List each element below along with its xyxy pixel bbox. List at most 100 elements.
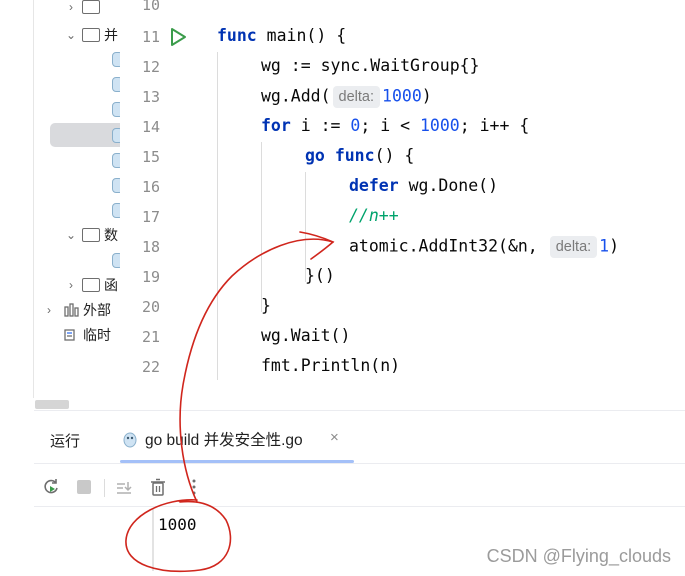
run-toolbar xyxy=(34,466,685,507)
code-text: ) xyxy=(609,236,620,256)
tree-row-folder-a[interactable]: › xyxy=(64,0,104,18)
watermark: CSDN @Flying_clouds xyxy=(486,546,671,566)
folder-icon xyxy=(82,278,100,292)
code-text: ; i < xyxy=(360,116,420,135)
go-file-icon xyxy=(112,51,120,67)
keyword: func xyxy=(217,26,257,45)
active-tab-indicator xyxy=(120,460,354,463)
chevron-down-icon[interactable]: ⌄ xyxy=(64,228,78,242)
code-text: wg.Wait() xyxy=(261,326,351,345)
code-text: ) xyxy=(421,86,432,106)
tree-go-file[interactable] xyxy=(112,249,120,271)
keyword: func xyxy=(334,146,375,165)
tree-go-file[interactable] xyxy=(112,98,120,120)
tree-item-label: 外部 xyxy=(83,302,111,318)
trash-icon[interactable] xyxy=(148,477,168,497)
code-line-21: wg.Wait() xyxy=(261,326,350,345)
tree-row-folder-c[interactable]: ⌄ 数 xyxy=(64,224,118,246)
code-line-14: for i := 0; i < 1000; i++ { xyxy=(261,116,529,135)
indent-guide xyxy=(217,52,218,380)
parameter-hint: delta: xyxy=(549,236,598,258)
run-gutter-icon[interactable] xyxy=(168,27,188,47)
code-line-11: func main() { xyxy=(217,26,346,45)
tree-go-file[interactable] xyxy=(112,73,120,95)
tree-item-label: 函 xyxy=(104,277,118,293)
keyword: go xyxy=(305,146,325,165)
run-config-tab[interactable]: go build 并发安全性.go xyxy=(122,428,303,450)
chevron-right-icon[interactable]: › xyxy=(42,303,56,317)
line-number: 13 xyxy=(141,88,160,106)
gopher-icon xyxy=(123,432,137,448)
more-options-icon[interactable] xyxy=(184,477,204,497)
tree-go-file[interactable] xyxy=(112,174,120,196)
tree-item-label: 临时 xyxy=(83,327,111,343)
chevron-right-icon[interactable]: › xyxy=(64,0,78,14)
parameter-hint: delta: xyxy=(332,86,381,108)
close-tab-icon[interactable]: × xyxy=(330,429,339,446)
keyword: defer xyxy=(349,176,399,195)
go-file-icon xyxy=(112,202,120,218)
code-line-15: go func() { xyxy=(305,146,414,165)
code-text: () { xyxy=(374,146,415,165)
tree-item-label: 数 xyxy=(104,227,118,243)
tree-go-file[interactable] xyxy=(112,199,120,221)
line-number: 15 xyxy=(141,148,160,166)
library-icon xyxy=(64,303,79,317)
code-text: fmt.Println(n) xyxy=(261,356,401,375)
go-file-icon xyxy=(112,177,120,193)
go-file-icon xyxy=(112,152,120,168)
code-line-22: fmt.Println(n) xyxy=(261,356,400,375)
tree-go-file-selected[interactable] xyxy=(112,124,120,146)
folder-icon xyxy=(82,28,100,42)
line-number: 12 xyxy=(141,58,160,76)
project-tree: › ⌄ 并 ⌄ 数 › 函 › 外部 临时 xyxy=(0,0,120,398)
code-line-12: wg := sync.WaitGroup{} xyxy=(261,56,480,75)
selected-file-highlight[interactable] xyxy=(50,123,120,147)
tree-row-external-libraries[interactable]: › 外部 xyxy=(42,299,111,321)
indent-guide xyxy=(261,142,262,312)
code-text: ; i++ { xyxy=(459,116,530,135)
line-number: 21 xyxy=(141,328,160,346)
code-text: wg := sync.WaitGroup{} xyxy=(261,56,480,75)
line-number: 20 xyxy=(141,298,160,316)
scroll-to-end-icon[interactable] xyxy=(114,477,134,497)
console-output: 1000 xyxy=(158,515,197,534)
number-literal: 1000 xyxy=(419,116,460,135)
code-line-20: } xyxy=(261,296,271,315)
chevron-down-icon[interactable]: ⌄ xyxy=(64,28,78,42)
tree-row-scratches[interactable]: 临时 xyxy=(64,324,111,346)
code-text: wg.Add( xyxy=(261,86,331,106)
code-text: } xyxy=(261,296,271,315)
run-panel-title: 运行 xyxy=(50,433,81,450)
toolbar-separator xyxy=(104,479,105,497)
folder-icon xyxy=(82,0,100,14)
code-line-16: defer wg.Done() xyxy=(349,176,498,195)
line-number: 19 xyxy=(141,268,160,286)
number-literal: 1 xyxy=(599,236,610,256)
code-line-18: atomic.AddInt32(&n, delta: 1) xyxy=(349,236,619,258)
tree-row-folder-d[interactable]: › 函 xyxy=(64,274,118,296)
line-number: 11 xyxy=(141,28,160,46)
tree-horizontal-scrollbar[interactable] xyxy=(35,400,69,409)
line-number: 10 xyxy=(141,0,160,14)
run-tab-label: go build 并发安全性.go xyxy=(145,432,303,449)
chevron-right-icon[interactable]: › xyxy=(64,278,78,292)
code-text: i := xyxy=(290,116,351,135)
line-number: 16 xyxy=(141,178,160,196)
code-editor[interactable]: 10 11 12 13 14 15 16 17 18 19 20 21 22 f… xyxy=(120,0,685,380)
tree-row-folder-b[interactable]: ⌄ 并 xyxy=(64,24,118,46)
run-tab-bar: 运行 go build 并发安全性.go × xyxy=(34,411,685,464)
rerun-icon[interactable] xyxy=(41,477,61,497)
number-literal: 0 xyxy=(350,116,361,135)
number-literal: 1000 xyxy=(382,86,422,106)
code-line-13: wg.Add(delta: 1000) xyxy=(261,86,432,108)
go-file-icon xyxy=(112,252,120,268)
code-text: main() { xyxy=(256,26,347,45)
line-number: 14 xyxy=(141,118,160,136)
stop-icon[interactable] xyxy=(74,477,94,497)
line-number: 18 xyxy=(141,238,160,256)
go-file-icon xyxy=(112,76,120,92)
tree-go-file[interactable] xyxy=(112,149,120,171)
tree-go-file[interactable] xyxy=(112,48,120,70)
line-number: 17 xyxy=(141,208,160,226)
